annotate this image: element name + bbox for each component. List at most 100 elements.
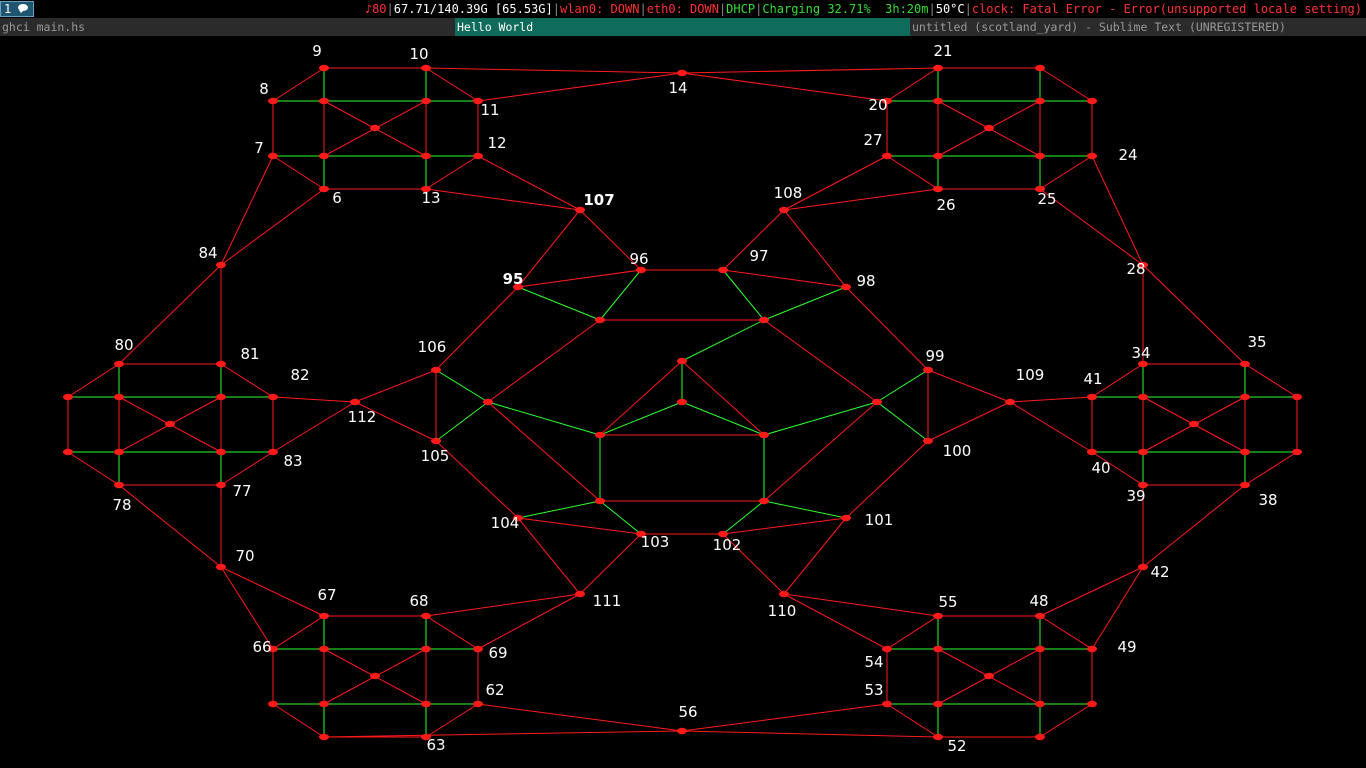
graph-node: [216, 481, 226, 489]
node-label: 54: [864, 653, 883, 671]
red-edge: [927, 369, 1011, 403]
node-label: 80: [114, 336, 133, 354]
red-edge: [845, 440, 929, 519]
node-label: 101: [865, 511, 894, 529]
red-edge: [517, 209, 581, 288]
graph-node: [216, 563, 226, 571]
red-edge: [886, 155, 939, 190]
graph-node: [63, 448, 73, 456]
graph-node: [431, 366, 441, 374]
red-edge: [425, 155, 479, 190]
graph-node: [923, 366, 933, 374]
green-edge: [876, 369, 929, 403]
graph-node: [933, 64, 943, 72]
graph-node: [114, 448, 124, 456]
node-label: 7: [254, 139, 264, 157]
graph-node: [1035, 645, 1045, 653]
graph-node: [350, 398, 360, 406]
node-label: 6: [332, 189, 342, 207]
graph-node: [319, 645, 329, 653]
graph-node: [421, 64, 431, 72]
graph-node: [268, 393, 278, 401]
node-label: 42: [1150, 563, 1169, 581]
red-edge: [681, 730, 939, 738]
graph-node: [114, 360, 124, 368]
red-edge: [517, 517, 642, 535]
red-edge: [886, 615, 939, 650]
node-label: 97: [749, 247, 768, 265]
red-edge: [1039, 155, 1093, 190]
graph-node: [677, 727, 687, 735]
red-edge: [272, 703, 325, 738]
graph-node: [1240, 393, 1250, 401]
graph-node: [882, 152, 892, 160]
graph-node: [114, 481, 124, 489]
green-edge: [763, 286, 847, 321]
node-label: 103: [641, 533, 670, 551]
red-edge: [477, 593, 581, 650]
node-label: 11: [480, 101, 499, 119]
red-edge: [67, 363, 120, 398]
node-label: 107: [583, 191, 614, 209]
graph-node: [1138, 448, 1148, 456]
node-label: 67: [317, 586, 336, 604]
node-label: 25: [1037, 190, 1056, 208]
red-edge: [579, 533, 642, 595]
graph-node: [370, 672, 380, 680]
node-label: 9: [312, 42, 322, 60]
graph-node: [677, 398, 687, 406]
red-edge: [681, 360, 765, 436]
red-edge: [323, 730, 683, 738]
node-label: 109: [1016, 366, 1045, 384]
red-edge: [1091, 155, 1144, 266]
red-edge: [1244, 363, 1298, 398]
graph-node: [216, 393, 226, 401]
red-edge: [220, 188, 325, 266]
graph-node: [1189, 420, 1199, 428]
graph-node: [319, 185, 329, 193]
graph-node: [933, 152, 943, 160]
node-label: 52: [947, 737, 966, 755]
graph-node: [1035, 612, 1045, 620]
graph-node: [1035, 152, 1045, 160]
graph-node: [779, 206, 789, 214]
graph-node: [268, 700, 278, 708]
node-label: 38: [1258, 491, 1277, 509]
graph-nodes: [63, 64, 1302, 741]
node-label: 100: [943, 442, 972, 460]
red-edge: [599, 360, 683, 436]
node-label: 95: [503, 270, 524, 288]
graph-node: [759, 316, 769, 324]
graph-node: [216, 360, 226, 368]
graph-node: [1035, 733, 1045, 741]
red-edge: [272, 396, 356, 403]
red-edge: [272, 155, 325, 190]
graph-node: [421, 645, 431, 653]
graph-node: [1240, 360, 1250, 368]
red-edge: [783, 517, 847, 595]
node-label: 26: [936, 196, 955, 214]
red-edge: [220, 363, 274, 398]
red-edge: [425, 67, 683, 74]
node-label: 68: [409, 592, 428, 610]
graph-node: [677, 357, 687, 365]
node-label: 112: [348, 408, 377, 426]
graph-node: [1005, 398, 1015, 406]
green-edge: [435, 401, 489, 442]
graph-node: [595, 431, 605, 439]
red-edge: [272, 615, 325, 650]
graph-node: [759, 497, 769, 505]
node-label: 66: [252, 638, 271, 656]
graph-node: [1035, 64, 1045, 72]
graph-node: [63, 393, 73, 401]
node-label: 106: [418, 338, 447, 356]
red-edge: [425, 593, 581, 617]
graph-node: [1035, 700, 1045, 708]
green-edge: [599, 401, 683, 436]
red-edge: [425, 67, 479, 102]
graph-node: [319, 64, 329, 72]
graph-node: [1292, 448, 1302, 456]
node-label: 48: [1029, 592, 1048, 610]
node-label: 98: [856, 272, 875, 290]
graph-node: [319, 152, 329, 160]
